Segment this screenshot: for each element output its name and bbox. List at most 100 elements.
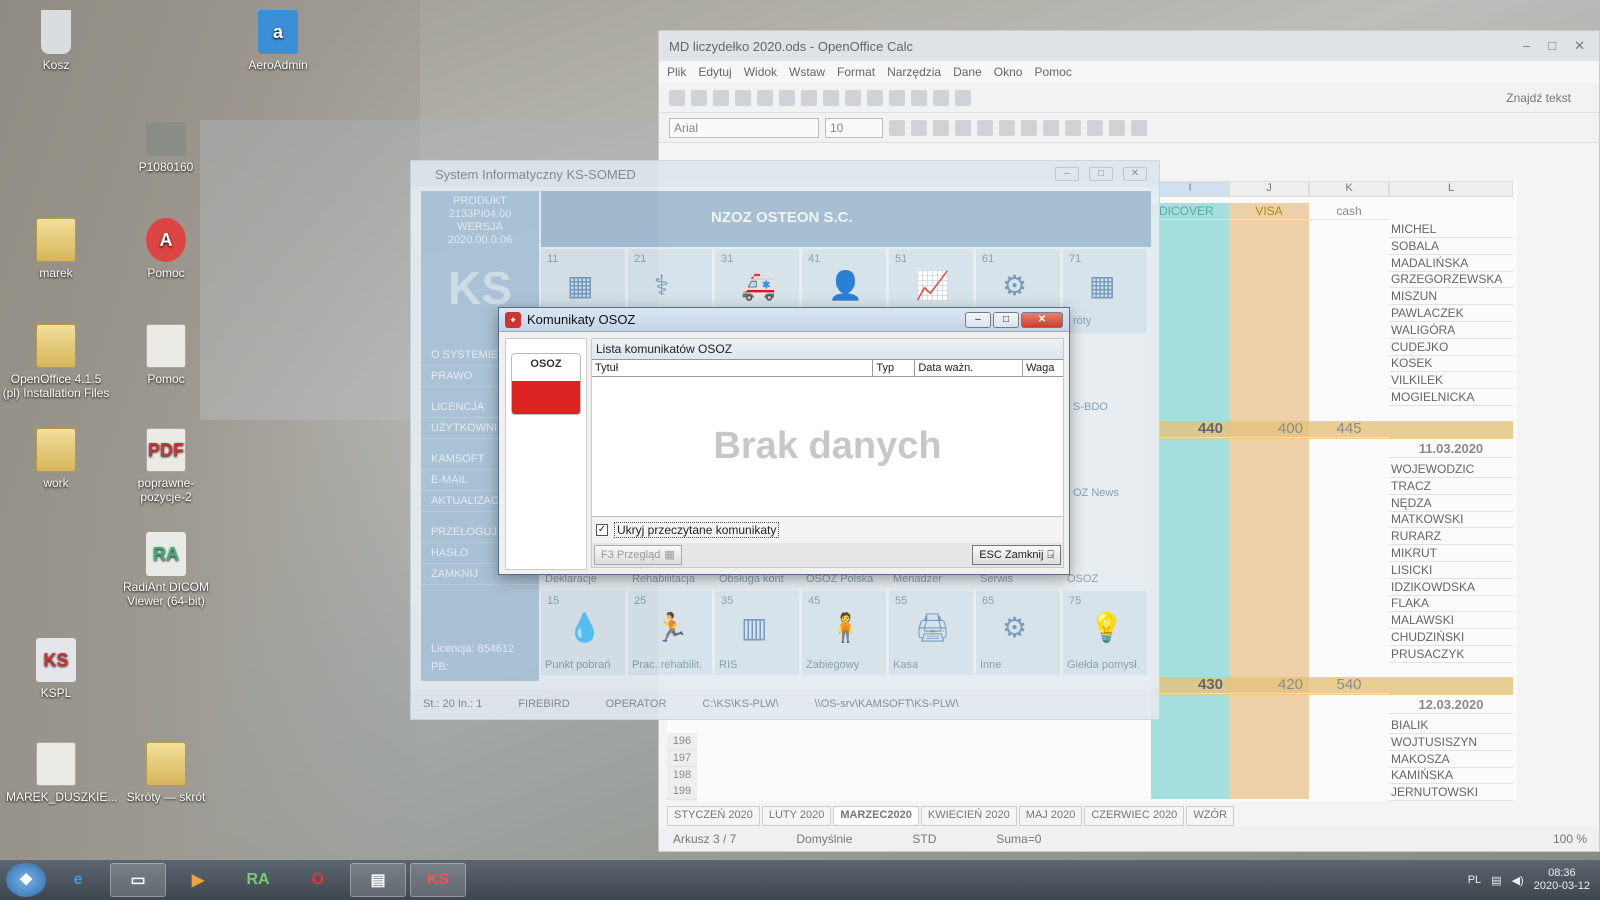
name-cell[interactable]: NĘDZA <box>1389 495 1513 512</box>
desktop-icon-shortcuts[interactable]: Skróty — skrót <box>116 742 216 804</box>
copy-icon[interactable] <box>823 89 839 106</box>
column-header-i[interactable]: I <box>1151 181 1229 197</box>
row-number[interactable]: 198 <box>667 766 697 784</box>
name-cell[interactable]: MISZUN <box>1389 288 1513 306</box>
name-cell[interactable]: MOGIELNICKA <box>1389 389 1513 406</box>
module-tile[interactable]: 35 ▥ RIS <box>715 591 799 675</box>
hide-read-checkbox[interactable]: ✓ <box>596 524 608 536</box>
col-type[interactable]: Typ <box>873 360 916 376</box>
sheet-tab[interactable]: WZÓR <box>1186 806 1234 826</box>
row-number[interactable]: 200 <box>667 800 697 801</box>
sheet-tab[interactable]: CZERWIEC 2020 <box>1084 806 1185 826</box>
menu-help[interactable]: Pomoc <box>1034 65 1071 79</box>
borders-icon[interactable] <box>1087 119 1103 136</box>
desktop-icon-marek-duszkie[interactable]: MAREK_DUSZKIE... <box>6 742 117 804</box>
edit-icon[interactable] <box>735 89 751 106</box>
total-k-1[interactable]: 445 <box>1309 421 1389 438</box>
close-icon[interactable]: ✕ <box>1021 311 1063 328</box>
module-tile[interactable]: 75 💡 Giełda pomysł. <box>1063 591 1147 675</box>
cut-icon[interactable] <box>801 89 817 106</box>
cell-head-visa[interactable]: VISA <box>1229 203 1309 220</box>
calc-taskbar-icon[interactable]: ▤ <box>350 863 406 897</box>
desktop-icon-help2[interactable]: Pomoc <box>116 324 216 386</box>
align-center-icon[interactable] <box>977 119 993 136</box>
menu-tools[interactable]: Narzędzia <box>887 65 941 79</box>
sheet-tab[interactable]: MAJ 2020 <box>1018 806 1083 826</box>
bg-color-icon[interactable] <box>1109 119 1125 136</box>
ie-icon[interactable]: e <box>50 863 106 897</box>
desktop-icon-radiant[interactable]: RA RadiAnt DICOM Viewer (64-bit) <box>116 532 216 608</box>
col-valid-date[interactable]: Data ważn. <box>915 360 1024 376</box>
name-cell[interactable]: PAWLACZEK <box>1389 305 1513 322</box>
cell-head-edicover[interactable]: EDICOVER <box>1151 203 1229 220</box>
percent-icon[interactable] <box>1065 119 1081 136</box>
name-cell[interactable]: CHUDZIŃSKI <box>1389 629 1513 646</box>
new-icon[interactable] <box>669 89 685 106</box>
row-number[interactable]: 196 <box>667 733 697 750</box>
menu-insert[interactable]: Wstaw <box>789 65 825 79</box>
sheet-tab-active[interactable]: MARZEC2020 <box>833 806 919 826</box>
row-number[interactable]: 197 <box>667 749 697 767</box>
font-name-field[interactable]: Arial <box>669 117 819 138</box>
name-cell[interactable]: MAKOSZA <box>1389 751 1513 768</box>
open-icon[interactable] <box>691 89 707 106</box>
name-cell[interactable]: PRUSACZYK <box>1389 646 1513 663</box>
ks-titlebar[interactable]: System Informatyczny KS-SOMED – □ ✕ <box>411 161 1159 187</box>
radiant-taskbar-icon[interactable]: RA <box>230 863 286 897</box>
name-cell[interactable]: MICHEL <box>1389 221 1513 238</box>
find-text-label[interactable]: Znajdź tekst <box>1506 91 1599 105</box>
italic-icon[interactable] <box>911 119 927 136</box>
menu-file[interactable]: Plik <box>667 65 686 79</box>
font-color-icon[interactable] <box>1131 119 1147 136</box>
name-cell[interactable]: CUDEJKO <box>1389 339 1513 356</box>
ks-taskbar-icon[interactable]: KS <box>410 863 466 897</box>
find-icon[interactable] <box>955 89 971 106</box>
module-tile[interactable]: 65 ⚙ Inne <box>976 591 1060 675</box>
desktop-icon-aeroadmin[interactable]: a AeroAdmin <box>228 10 328 72</box>
clock[interactable]: 08:36 2020-03-12 <box>1534 867 1590 893</box>
close-button[interactable]: ESC Zamknij ⍈ <box>972 545 1061 565</box>
col-title[interactable]: Tytuł <box>592 360 874 376</box>
cell-head-cash[interactable]: cash <box>1309 203 1389 220</box>
sort-icon[interactable] <box>911 89 927 106</box>
menu-window[interactable]: Okno <box>994 65 1023 79</box>
preview-button[interactable]: F3 Przegląd ▦ <box>594 545 682 565</box>
name-cell[interactable]: FLAKA <box>1389 595 1513 613</box>
name-cell[interactable]: SOBALA <box>1389 238 1513 255</box>
name-cell[interactable]: KAMIŃSKA <box>1389 767 1513 785</box>
date-row-2[interactable]: 12.03.2020 <box>1389 697 1513 714</box>
align-right-icon[interactable] <box>999 119 1015 136</box>
column-header-k[interactable]: K <box>1309 181 1389 197</box>
name-cell[interactable]: MADALIŃSKA <box>1389 255 1513 272</box>
maximize-icon[interactable]: □ <box>993 311 1019 328</box>
module-tile[interactable]: 25 🏃 Prac. rehabilit. <box>628 591 712 675</box>
menu-format[interactable]: Format <box>837 65 875 79</box>
calc-titlebar[interactable]: MD liczydełko 2020.ods - OpenOffice Calc… <box>659 31 1599 61</box>
bold-icon[interactable] <box>889 119 905 136</box>
underline-icon[interactable] <box>933 119 949 136</box>
print-icon[interactable] <box>757 89 773 106</box>
currency-icon[interactable] <box>1043 119 1059 136</box>
chart-icon[interactable] <box>933 89 949 106</box>
name-cell[interactable]: MATKOWSKI <box>1389 511 1513 529</box>
desktop-icon-recycle[interactable]: Kosz <box>6 10 106 72</box>
tile-label[interactable]: OZ News <box>1073 487 1119 499</box>
spellcheck-icon[interactable] <box>779 89 795 106</box>
name-cell[interactable]: TRACZ <box>1389 478 1513 495</box>
row-number[interactable]: 199 <box>667 783 697 801</box>
close-icon[interactable]: ✕ <box>1574 38 1585 54</box>
redo-icon[interactable] <box>889 89 905 106</box>
menu-view[interactable]: Widok <box>744 65 777 79</box>
tile-label[interactable]: OSOZ <box>1067 573 1098 585</box>
name-cell[interactable]: BIALIK <box>1389 717 1513 734</box>
name-cell[interactable]: RURARZ <box>1389 528 1513 546</box>
name-cell[interactable]: LISICKI <box>1389 562 1513 579</box>
total-i-2[interactable]: 430 <box>1151 677 1229 694</box>
save-icon[interactable] <box>713 89 729 106</box>
desktop-icon-marek[interactable]: marek <box>6 218 106 280</box>
paste-icon[interactable] <box>845 89 861 106</box>
hide-read-label[interactable]: Ukryj przeczytane komunikaty <box>614 522 780 538</box>
volume-icon[interactable]: ◀) <box>1512 874 1524 887</box>
tile-label[interactable]: róty <box>1073 315 1091 327</box>
undo-icon[interactable] <box>867 89 883 106</box>
